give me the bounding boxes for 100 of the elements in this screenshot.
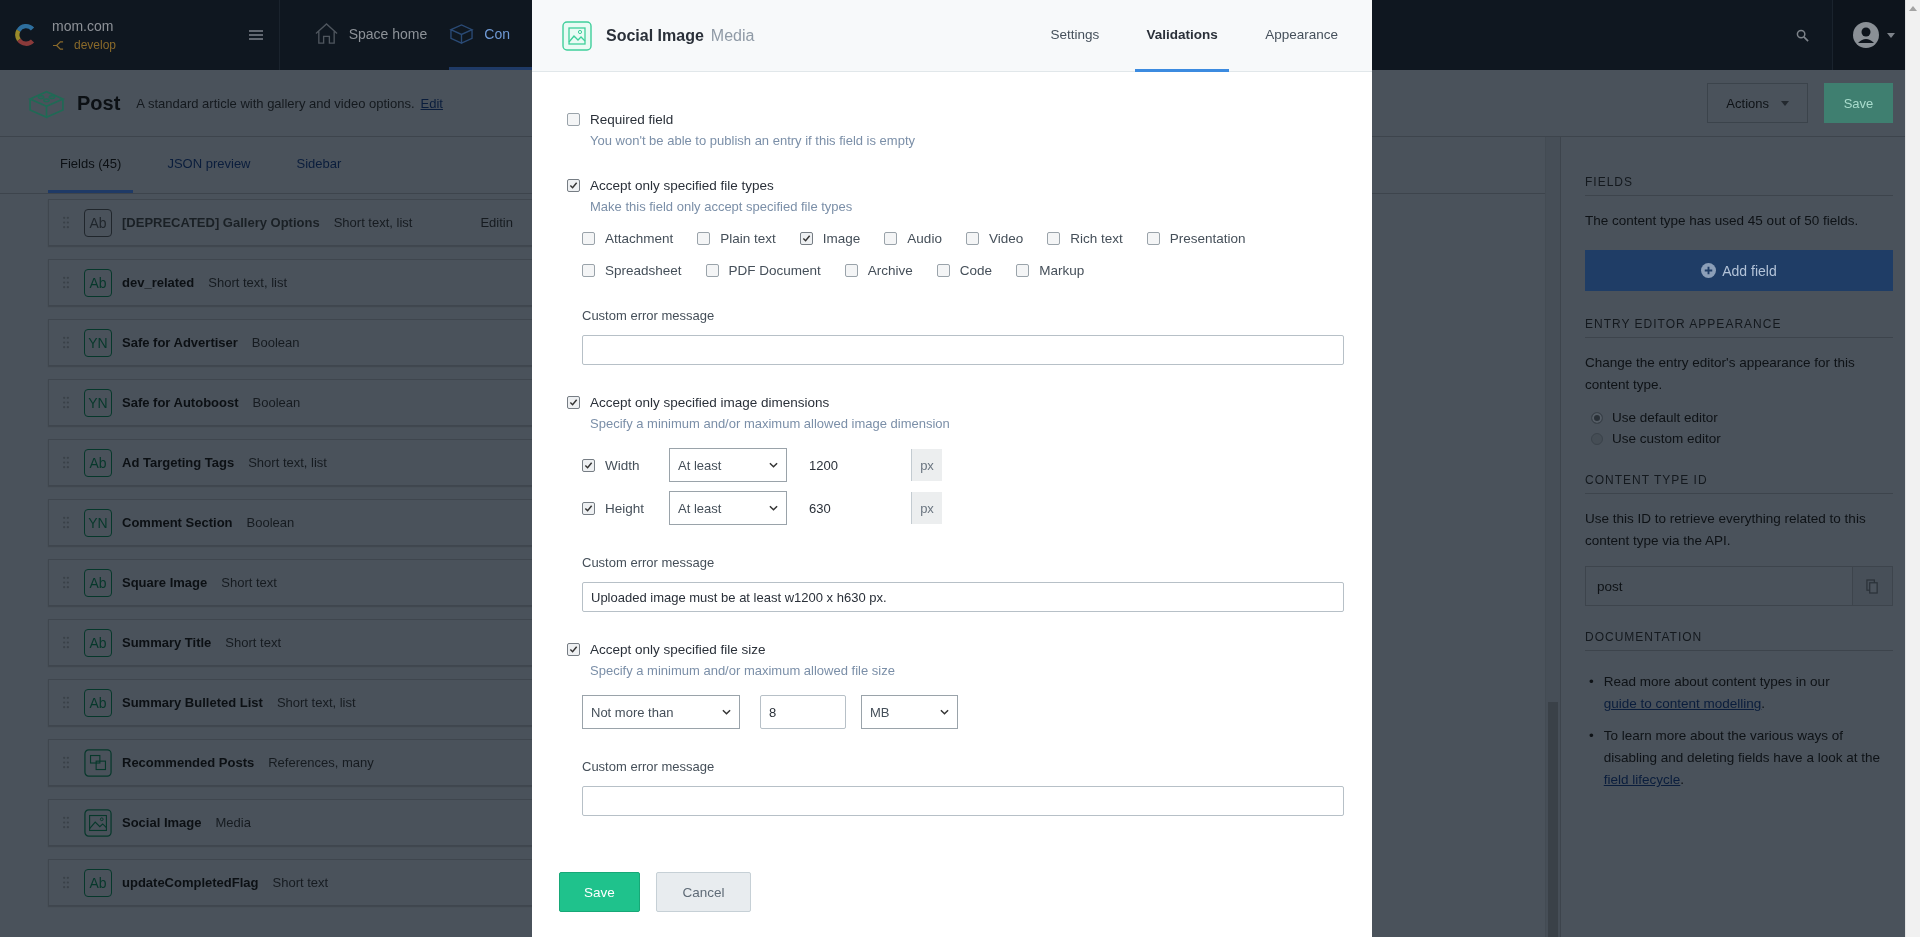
checkbox[interactable] [965,232,979,245]
field-type: Boolean [251,335,300,350]
radio-button[interactable] [1591,411,1603,424]
error-message-field[interactable] [582,335,1344,365]
menu-icon[interactable] [248,30,263,40]
avatar-icon[interactable] [1853,22,1879,48]
field-row[interactable]: Ab Square Image Short text [48,559,532,606]
field-type-badge: Ab [84,268,112,297]
field-name: Safe for Autoboost [122,395,239,410]
field-row[interactable]: Ab Summary Bulleted List Short text, list [48,679,532,726]
checkbox[interactable] [705,264,719,277]
tab[interactable]: Fields (45) [48,137,134,193]
cancel-button[interactable]: Cancel [656,872,751,912]
checkbox[interactable] [799,232,813,245]
field-row[interactable]: Ab updateCompletedFlag Short text [48,859,532,906]
content-type-description: A standard article with gallery and video options. [136,95,415,111]
field-type-badge: YN [84,328,112,357]
checkbox[interactable] [1146,232,1160,245]
checkbox[interactable] [567,396,580,409]
image-icon [562,20,592,51]
unit-dropdown[interactable]: MB [861,695,958,729]
edit-link[interactable]: Edit [420,95,443,111]
field-row[interactable]: Ab Summary Title Short text [48,619,532,666]
tab[interactable]: Sidebar [284,137,354,193]
checkbox-label: Attachment [605,231,674,246]
checkbox[interactable] [567,643,580,656]
checkbox-label: Video [988,231,1024,246]
unit-addon: px [911,492,942,524]
radio-label: Use custom editor [1612,431,1721,446]
field-name: Summary Title [122,635,212,650]
checkbox-label: Required field [590,112,674,127]
nav-item[interactable]: Space home [279,0,450,70]
checkbox-label: Accept only specified file size [590,642,766,657]
scroll-up-icon[interactable] [1909,6,1917,11]
checkbox[interactable] [582,232,595,245]
search-icon[interactable] [1796,28,1809,42]
field-type-badge: Ab [84,868,112,897]
checkbox[interactable] [844,264,858,277]
checkbox-label: Presentation [1169,231,1246,246]
checkbox[interactable] [582,501,595,515]
section-heading: FIELDS [1585,175,1893,196]
tab[interactable]: Validations [1135,0,1230,72]
plus-circle-icon [1701,263,1717,278]
field-type: Short text [221,575,277,590]
field-row[interactable]: Social Image Media [48,799,532,846]
checkbox-label: Width [605,457,641,473]
content-type-title: Post [77,91,121,115]
condition-dropdown[interactable]: At least [669,491,787,525]
checkbox[interactable] [582,264,595,277]
tab[interactable]: Settings [1038,0,1112,72]
field-name: Social Image [122,815,202,830]
caret-icon [940,709,949,715]
house-icon [313,22,339,45]
sidebar-text: Change the entry editor's appearance for this content type. [1585,354,1856,394]
error-message-field[interactable]: Uploaded image must be at least w1200 x h630 px. [582,582,1344,612]
error-message-field[interactable] [582,786,1344,816]
checkbox[interactable] [884,232,898,245]
field-label: Custom error message [582,308,716,323]
checkbox-label: Accept only specified image dimensions [590,395,830,410]
checkbox[interactable] [697,232,711,245]
tab[interactable]: Appearance [1253,0,1350,72]
branch-icon [52,39,65,51]
field-type: Media [215,815,251,830]
checkbox[interactable] [567,179,580,192]
caret-icon[interactable] [1887,32,1895,38]
checkbox[interactable] [936,264,950,277]
checkbox[interactable] [1016,264,1030,277]
field-row[interactable]: YN Comment Section Boolean [48,499,532,546]
save-button[interactable]: Save [559,872,640,912]
condition-dropdown[interactable]: Not more than [582,695,740,729]
section-heading: DOCUMENTATION [1585,630,1893,651]
save-button[interactable]: Save [1824,83,1893,123]
sidebar-text: Use this ID to retrieve everything related to this content type via the API. [1585,510,1867,550]
checkbox-label: Spreadsheet [605,263,682,278]
copy-button[interactable] [1852,566,1893,606]
condition-dropdown[interactable]: At least [669,448,787,482]
field-name: Comment Section [122,515,233,530]
tab[interactable]: JSON preview [155,137,263,193]
checkbox[interactable] [582,458,595,472]
field-name: updateCompletedFlag [122,875,259,890]
field-row[interactable]: YN Safe for Autoboost Boolean [48,379,532,426]
section-heading: ENTRY EDITOR APPEARANCE [1585,317,1893,338]
field-row[interactable]: Recommended Posts References, many [48,739,532,786]
documentation-link[interactable]: field lifecycle [1603,772,1681,787]
actions-button[interactable]: Actions [1707,83,1808,123]
field-row[interactable]: Ab dev_related Short text, list [48,259,532,306]
add-field-button[interactable]: Add field [1585,250,1893,291]
field-type: Short text, list [276,695,356,710]
size-field[interactable]: 8 [760,695,846,729]
field-status: Editin [480,215,513,230]
field-type-badge: Ab [84,568,112,597]
field-row[interactable]: Ab Ad Targeting Tags Short text, list [48,439,532,486]
checkbox-label: Plain text [720,231,776,246]
checkbox[interactable] [1047,232,1061,245]
field-row[interactable]: YN Safe for Advertiser Boolean [48,319,532,366]
field-type-badge: YN [84,508,112,537]
field-name: Recommended Posts [122,755,255,770]
section-heading: CONTENT TYPE ID [1585,473,1893,494]
checkbox[interactable] [567,113,580,126]
content-type-id-field[interactable]: post [1585,566,1852,606]
